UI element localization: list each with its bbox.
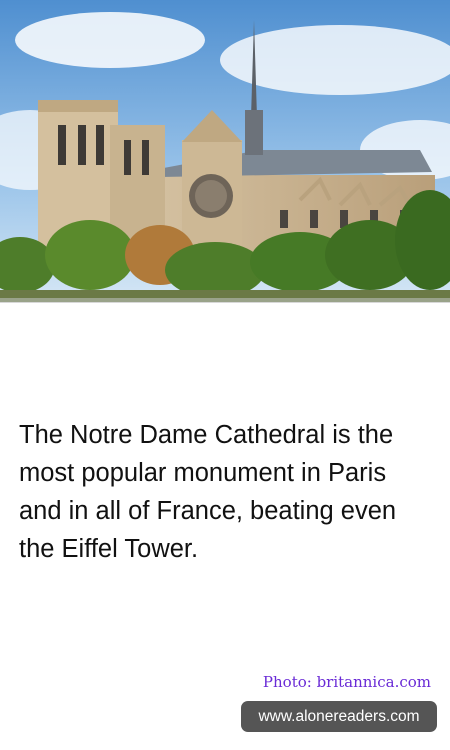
cathedral-photo: [0, 0, 450, 303]
website-badge[interactable]: www.alonereaders.com: [241, 701, 437, 732]
photo-credit: Photo: britannica.com: [262, 673, 431, 691]
fact-text: The Notre Dame Cathedral is the most pop…: [19, 421, 397, 563]
